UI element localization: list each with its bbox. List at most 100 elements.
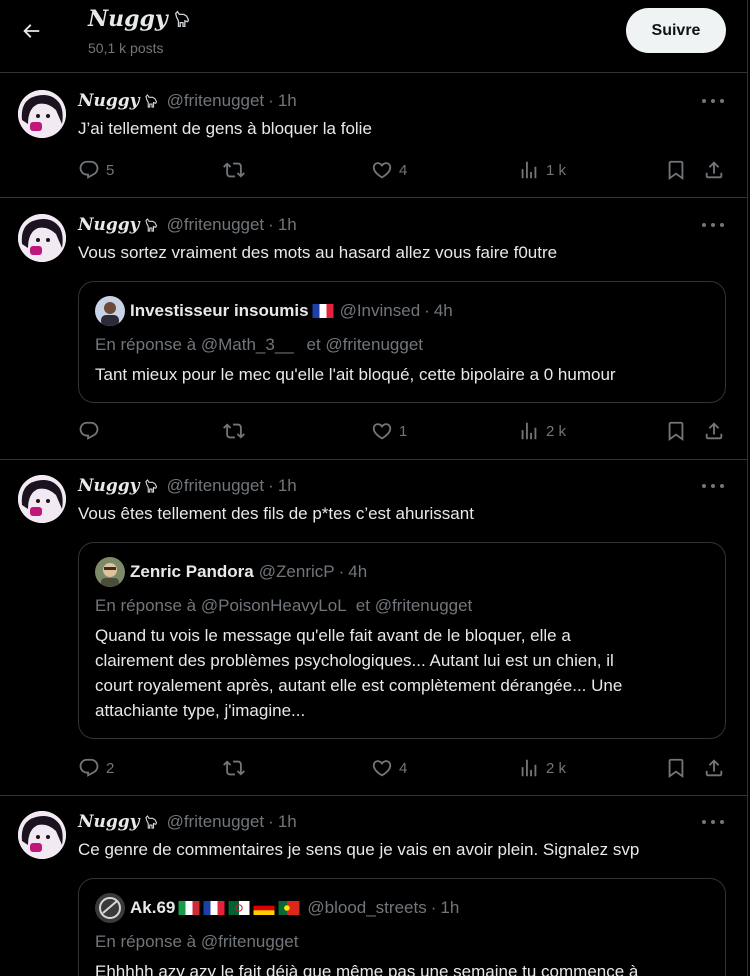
- views-button[interactable]: 2 k: [518, 756, 566, 780]
- reply-and: et: [355, 596, 370, 615]
- share-button[interactable]: [703, 419, 725, 443]
- reply-prefix: En réponse à: [95, 596, 197, 615]
- separator-dot: ·: [424, 301, 430, 320]
- reply-button[interactable]: 2: [78, 756, 114, 780]
- heart-icon: [372, 423, 392, 440]
- reply-button[interactable]: 5: [78, 158, 114, 182]
- reply-count: 2: [106, 759, 115, 777]
- like-button[interactable]: 4: [371, 756, 407, 780]
- like-button[interactable]: 4: [371, 158, 407, 182]
- speech-bubble-icon: [79, 758, 99, 777]
- dog-emoji-icon: [174, 10, 189, 27]
- post[interactable]: Nuggy @fritenugget · 1h Ce genre de comm…: [0, 796, 747, 976]
- quote-avatar: [95, 296, 125, 326]
- more-button[interactable]: [702, 813, 724, 831]
- post-text: J’ai tellement de gens à bloquer la foli…: [78, 119, 372, 138]
- share-icon: [705, 161, 723, 179]
- author-name[interactable]: Nuggy: [78, 812, 140, 832]
- separator-dot: ·: [268, 215, 274, 234]
- post[interactable]: Nuggy @fritenugget · 1h Vous êtes tellem…: [0, 460, 747, 796]
- speech-bubble-icon: [79, 160, 99, 179]
- separator-dot: ·: [268, 476, 274, 495]
- quote-text: Tant mieux pour le mec qu'elle l'ait blo…: [95, 365, 616, 384]
- views-count: 2 k: [546, 759, 567, 777]
- quote-author-handle: @blood_streets: [307, 898, 427, 917]
- italy-flag-icon: [178, 901, 200, 915]
- quote-text-line: court royalement après, autant elle est …: [95, 676, 623, 695]
- posts-count: 50,1 k posts: [88, 40, 164, 56]
- back-button[interactable]: [12, 12, 50, 50]
- reply-button[interactable]: [78, 419, 106, 443]
- share-button[interactable]: [703, 158, 725, 182]
- heart-icon: [372, 162, 392, 179]
- avatar[interactable]: [18, 214, 66, 262]
- profile-name-text: Nuggy: [88, 6, 168, 32]
- author-name[interactable]: Nuggy: [78, 215, 140, 235]
- post-actions: 2 4 2 k: [78, 756, 738, 780]
- avatar[interactable]: [18, 811, 66, 859]
- quote-reply-context: En réponse à @fritenugget: [95, 932, 298, 952]
- reply-mention: @Math_3__: [200, 335, 294, 354]
- post-text: Vous êtes tellement des fils de p*tes c’…: [78, 504, 474, 523]
- reply-mention: @fritenugget: [374, 596, 473, 615]
- quote-time: 4h: [433, 301, 453, 320]
- quote-meta: Zenric Pandora @ZenricP · 4h: [95, 557, 367, 587]
- post-meta: Nuggy @fritenugget · 1h: [78, 215, 297, 235]
- reply-mention: @PoisonHeavyLoL: [200, 596, 347, 615]
- views-button[interactable]: 2 k: [518, 419, 566, 443]
- post-time[interactable]: 1h: [278, 215, 297, 235]
- separator-dot: ·: [268, 812, 274, 831]
- quoted-post[interactable]: Investisseur insoumis @Invinsed · 4h En …: [78, 281, 726, 403]
- quote-text-line: clairement des problèmes psychologiques.…: [95, 651, 614, 670]
- share-icon: [705, 759, 723, 777]
- timeline-column: Nuggy 50,1 k posts Suivre Nuggy @fritenu…: [0, 0, 748, 976]
- like-count: 4: [399, 161, 408, 179]
- post-actions: 1 2 k: [78, 419, 738, 443]
- portugal-flag-icon: [278, 901, 300, 915]
- avatar[interactable]: [18, 90, 66, 138]
- bar-chart-icon: [521, 161, 537, 179]
- reply-prefix: En réponse à: [95, 932, 197, 951]
- views-button[interactable]: 1 k: [518, 158, 566, 182]
- more-button[interactable]: [702, 216, 724, 234]
- like-count: 1: [399, 422, 408, 440]
- post-time[interactable]: 1h: [278, 812, 297, 832]
- author-name[interactable]: Nuggy: [78, 91, 140, 111]
- quote-text-line: attachiante type, j'imagine...: [95, 701, 306, 720]
- repost-button[interactable]: [223, 756, 245, 780]
- repost-arrows-icon: [223, 423, 245, 439]
- bar-chart-icon: [521, 422, 537, 440]
- repost-button[interactable]: [223, 158, 245, 182]
- quote-meta: Ak.69 @blood_streets · 1h: [95, 893, 459, 923]
- post-time[interactable]: 1h: [278, 476, 297, 496]
- post-time[interactable]: 1h: [278, 91, 297, 111]
- post[interactable]: Nuggy @fritenugget · 1h J’ai tellement d…: [0, 74, 747, 198]
- repost-arrows-icon: [223, 760, 245, 776]
- avatar[interactable]: [18, 475, 66, 523]
- author-handle[interactable]: @fritenugget: [167, 812, 265, 832]
- more-button[interactable]: [702, 92, 724, 110]
- follow-button[interactable]: Suivre: [626, 8, 726, 53]
- repost-button[interactable]: [223, 419, 245, 443]
- share-button[interactable]: [703, 756, 725, 780]
- quote-author-handle: @Invinsed: [339, 301, 421, 320]
- like-button[interactable]: 1: [371, 419, 407, 443]
- quote-time: 4h: [348, 562, 368, 581]
- quoted-post[interactable]: Zenric Pandora @ZenricP · 4h En réponse …: [78, 542, 726, 739]
- quote-time: 1h: [440, 898, 460, 917]
- author-handle[interactable]: @fritenugget: [167, 91, 265, 111]
- share-icon: [705, 422, 723, 440]
- author-handle[interactable]: @fritenugget: [167, 476, 265, 496]
- quote-text-line: Quand tu vois le message qu'elle fait av…: [95, 626, 571, 645]
- bookmark-button[interactable]: [665, 419, 687, 443]
- author-handle[interactable]: @fritenugget: [167, 215, 265, 235]
- quoted-post[interactable]: Ak.69 @blood_streets · 1h En réponse à @…: [78, 878, 726, 976]
- quote-avatar: [95, 557, 125, 587]
- bar-chart-icon: [521, 759, 537, 777]
- quote-meta: Investisseur insoumis @Invinsed · 4h: [95, 296, 453, 326]
- more-button[interactable]: [702, 477, 724, 495]
- bookmark-button[interactable]: [665, 158, 687, 182]
- post[interactable]: Nuggy @fritenugget · 1h Vous sortez vrai…: [0, 198, 747, 460]
- bookmark-button[interactable]: [665, 756, 687, 780]
- author-name[interactable]: Nuggy: [78, 476, 140, 496]
